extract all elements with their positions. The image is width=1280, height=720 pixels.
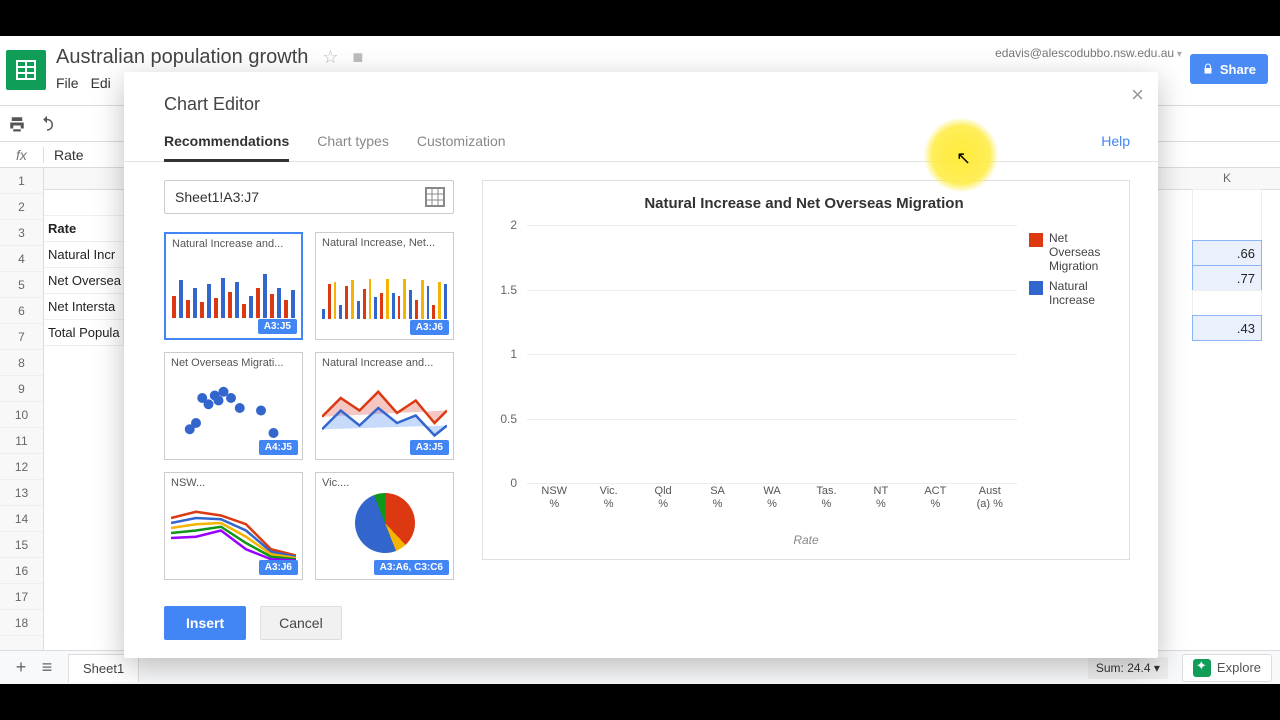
recommendation-card[interactable]: NSW... A3:J6 [164,472,303,580]
chart-preview: Natural Increase and Net Overseas Migrat… [482,180,1130,560]
x-axis: NSW% Vic.% Qld% SA% WA% Tas.% NT% ACT% Aust(a) % [527,485,1017,525]
close-icon[interactable]: × [1131,82,1144,108]
chart-editor-modal: Chart Editor × Recommendations Chart typ… [124,72,1158,658]
recommendation-title: Net Overseas Migrati... [171,357,296,369]
recommendation-thumbnail [171,373,296,439]
recommendation-range-badge: A4:J5 [259,440,298,455]
gridline [527,483,1017,484]
modal-tabs: Recommendations Chart types Customizatio… [124,115,1158,162]
x-category-label: NT% [861,485,901,511]
gridline [527,419,1017,420]
legend-swatch [1029,281,1043,295]
legend-item: Natural Increase [1029,279,1119,307]
recommendation-grid: Natural Increase and...A3:J5Natural Incr… [164,232,454,580]
recommendations-panel: Natural Increase and...A3:J5Natural Incr… [164,180,454,580]
help-link[interactable]: Help [1101,133,1130,161]
recommendation-range-badge: A3:A6, C3:C6 [374,560,449,575]
recommendation-title: Natural Increase and... [172,238,295,250]
recommendation-thumbnail [171,493,296,559]
x-category-label: Qld% [643,485,683,511]
tab-recommendations[interactable]: Recommendations [164,133,289,162]
legend-label: Natural Increase [1049,279,1119,307]
y-tick: 0.5 [500,412,517,426]
x-category-label: SA% [698,485,738,511]
select-range-icon[interactable] [423,185,447,209]
recommendation-title: Natural Increase and... [322,357,447,369]
gridline [527,354,1017,355]
tab-chart-types[interactable]: Chart types [317,133,389,161]
recommendation-range-badge: A3:J5 [410,440,449,455]
gridline [527,290,1017,291]
cancel-button[interactable]: Cancel [260,606,342,640]
data-range-input[interactable] [164,180,454,214]
sheets-app: Australian population growth ☆ ■ File Ed… [0,36,1280,684]
recommendation-thumbnail [172,254,295,318]
modal-title: Chart Editor [124,72,1158,115]
legend-label: Net Overseas Migration [1049,231,1119,273]
x-category-label: Vic.% [589,485,629,511]
chart-legend: Net Overseas Migration Natural Increase [1029,231,1119,313]
recommendation-card[interactable]: Vic.... A3:A6, C3:C6 [315,472,454,580]
recommendation-title: NSW... [171,477,296,489]
y-tick: 1.5 [500,283,517,297]
y-tick: 1 [510,347,517,361]
recommendation-range-badge: A3:J6 [259,560,298,575]
recommendation-title: Natural Increase, Net... [322,237,447,249]
recommendation-card[interactable]: Natural Increase and... A3:J5 [164,232,303,340]
tab-customization[interactable]: Customization [417,133,506,161]
x-category-label: WA% [752,485,792,511]
recommendation-range-badge: A3:J6 [410,320,449,335]
recommendation-thumbnail [322,493,447,559]
recommendation-title: Vic.... [322,477,447,489]
recommendation-card[interactable]: Natural Increase, Net... A3:J6 [315,232,454,340]
data-range-field[interactable] [165,189,423,205]
recommendation-card[interactable]: Natural Increase and... A3:J5 [315,352,454,460]
plot-area [527,225,1017,483]
y-tick: 2 [510,218,517,232]
legend-swatch [1029,233,1043,247]
insert-button[interactable]: Insert [164,606,246,640]
recommendation-thumbnail [322,373,447,439]
recommendation-card[interactable]: Net Overseas Migrati... A4:J5 [164,352,303,460]
x-category-label: Tas.% [806,485,846,511]
recommendation-thumbnail [322,253,447,319]
x-category-label: Aust(a) % [970,485,1010,511]
x-category-label: NSW% [534,485,574,511]
chart-title: Natural Increase and Net Overseas Migrat… [493,195,1115,212]
x-axis-label: Rate [483,533,1129,547]
y-tick: 0 [510,476,517,490]
legend-item: Net Overseas Migration [1029,231,1119,273]
recommendation-range-badge: A3:J5 [258,319,297,334]
y-axis: 00.511.52 [483,225,523,483]
x-category-label: ACT% [915,485,955,511]
gridline [527,225,1017,226]
